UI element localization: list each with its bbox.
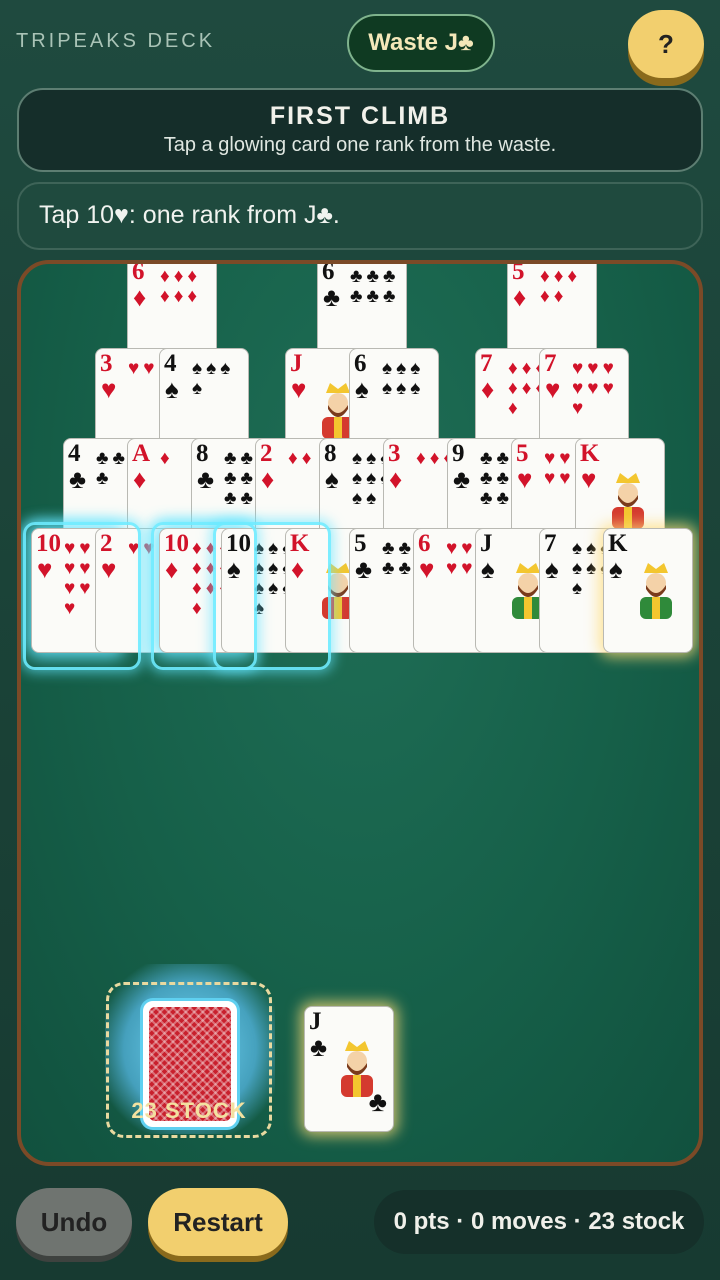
card-rank: 8	[196, 440, 209, 467]
card-pips: ♣♣♣♣♣♣	[350, 266, 400, 307]
face-card-portrait-icon	[634, 559, 678, 619]
card-rank: 7	[544, 530, 557, 557]
card-rank: 7	[480, 350, 493, 377]
card-suit-icon: ♠	[481, 555, 495, 584]
card-rank: K	[580, 440, 600, 467]
card-suit-icon: ♠	[165, 375, 179, 404]
card-rank: 5	[354, 530, 367, 557]
card-pips: ♦♦♦♦♦	[540, 266, 582, 307]
game-board: 23 STOCK 6 ♦ ♦♦♦♦♦♦ 6 ♣ ♣♣♣♣♣♣ 5 ♦ ♦♦♦♦♦ 3 ♥ ♥♥♥ 4 ♠ ♠…	[17, 260, 703, 1166]
card-suit-icon: ♥	[291, 375, 307, 404]
card-pips: ♥♥♥♥♥♥♥	[572, 358, 618, 419]
card-suit-icon: ♣	[310, 1033, 328, 1062]
card-rank: J	[309, 1008, 322, 1035]
card-rank: 6	[132, 260, 145, 285]
restart-button[interactable]: Restart	[148, 1188, 288, 1256]
card-rank: K	[608, 530, 628, 557]
card-rank: A	[132, 440, 151, 467]
score-status: 0 pts · 0 moves · 23 stock	[374, 1190, 704, 1254]
card-rank: 6	[354, 350, 367, 377]
deck-label: TRIPEAKS DECK	[16, 30, 216, 52]
title-panel: FIRST CLIMB Tap a glowing card one rank …	[17, 88, 703, 172]
card-suit-icon: ♠	[355, 375, 369, 404]
card-suit-icon-bottom: ♣	[368, 1087, 387, 1118]
card-pips: ♦♦♦♦♦♦	[160, 266, 202, 307]
card-rank: 5	[516, 440, 529, 467]
card-suit-icon: ♥	[545, 375, 561, 404]
hint-panel: Tap 10♥: one rank from J♣.	[17, 182, 703, 250]
card-pips: ♠♠♠♠	[192, 358, 235, 399]
card-suit-icon: ♣	[323, 283, 341, 312]
card-suit-icon: ♥	[517, 465, 533, 494]
card-suit-icon: ♠	[325, 465, 339, 494]
card-suit-icon: ♣	[355, 555, 373, 584]
card-rank: 7	[544, 350, 557, 377]
card-rank: J	[290, 350, 303, 377]
waste-card: J ♣ ♣	[304, 1006, 394, 1132]
card-suit-icon: ♦	[513, 283, 527, 312]
card-k-spades[interactable]: K ♠	[603, 528, 693, 653]
card-rank: 9	[452, 440, 465, 467]
card-rank: 3	[388, 440, 401, 467]
waste-indicator: Waste J♣	[347, 14, 495, 72]
card-rank: 6	[418, 530, 431, 557]
card-suit-icon: ♣	[69, 465, 87, 494]
card-suit-icon: ♦	[389, 465, 403, 494]
card-rank: 4	[68, 440, 81, 467]
card-suit-icon: ♦	[133, 465, 147, 494]
card-suit-icon: ♦	[261, 465, 275, 494]
help-button[interactable]: ?	[628, 10, 704, 78]
card-suit-icon: ♥	[581, 465, 597, 494]
card-suit-icon: ♣	[453, 465, 471, 494]
undo-button[interactable]: Undo	[16, 1188, 132, 1256]
card-suit-icon: ♦	[481, 375, 495, 404]
card-rank: 5	[512, 260, 525, 285]
level-subtitle: Tap a glowing card one rank from the was…	[163, 134, 557, 156]
card-pips: ♠♠♠♠♠♠	[382, 358, 425, 399]
card-suit-icon: ♠	[609, 555, 623, 584]
level-title: FIRST CLIMB	[269, 102, 451, 130]
card-suit-icon: ♥	[419, 555, 435, 584]
card-rank: 8	[324, 440, 337, 467]
card-rank: J	[480, 530, 493, 557]
card-suit-icon: ♣	[197, 465, 215, 494]
card-suit-icon: ♦	[133, 283, 147, 312]
card-suit-icon: ♠	[545, 555, 559, 584]
card-rank: 2	[260, 440, 273, 467]
playable-highlight	[23, 522, 141, 670]
card-suit-icon: ♥	[101, 375, 117, 404]
card-rank: 4	[164, 350, 177, 377]
playable-highlight	[213, 522, 331, 670]
face-card-portrait-icon	[606, 469, 650, 529]
card-rank: 6	[322, 260, 335, 285]
card-rank: 3	[100, 350, 113, 377]
stock-count-label: 23 STOCK	[131, 1098, 247, 1123]
